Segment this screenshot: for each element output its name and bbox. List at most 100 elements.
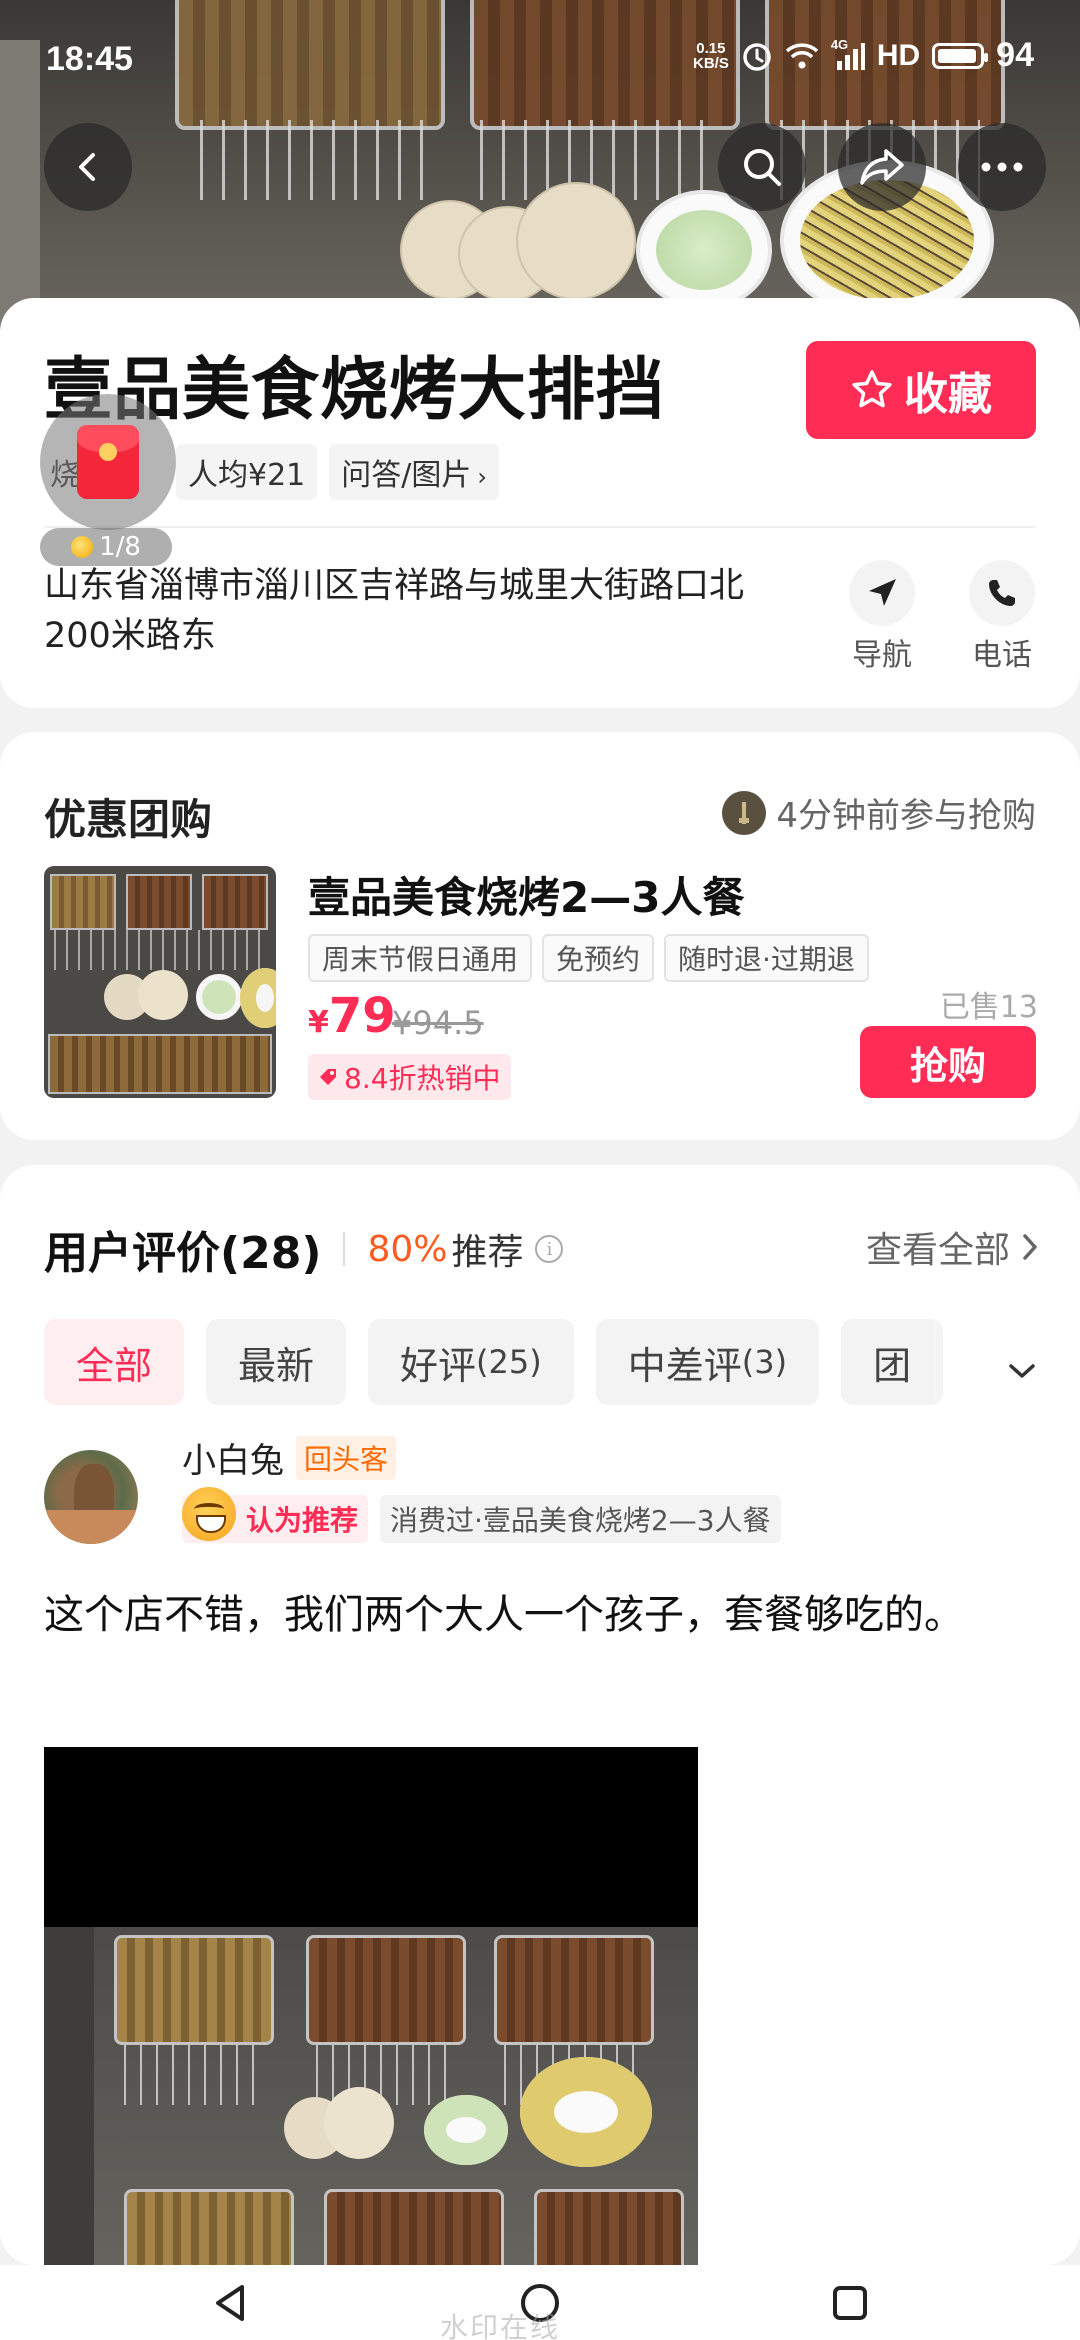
status-time: 18:45 <box>46 40 133 78</box>
deal-tags: 周末节假日通用 免预约 随时退·过期退 <box>308 934 869 982</box>
photo-cabbage-plate <box>424 2095 508 2165</box>
reviews-header: 用户评价(28) 80% 推荐 i <box>44 1217 564 1281</box>
original-price: ¥94.5 <box>392 1004 484 1042</box>
reviewer-info: 小白兔 回头客 <box>182 1433 397 1482</box>
battery-percentage: 94 <box>996 36 1034 74</box>
deal-tag: 随时退·过期退 <box>664 934 869 982</box>
qa-photos-label: 问答/图片 <box>341 458 472 493</box>
filter-positive[interactable]: 好评 (25) <box>368 1319 574 1405</box>
phone-icon <box>989 580 1015 606</box>
favorite-label: 收藏 <box>904 369 992 420</box>
recommend-badge-text: 认为推荐 <box>246 1504 359 1537</box>
share-icon <box>860 149 904 185</box>
chevron-right-icon: › <box>477 463 487 491</box>
photo-flatbread <box>324 2087 394 2159</box>
recent-buyer-avatar <box>722 790 767 835</box>
call-icon-wrap <box>969 560 1035 626</box>
deal-tag: 周末节假日通用 <box>308 934 533 982</box>
avatar-ground <box>44 1510 138 1544</box>
photo-skewer-tray <box>114 1935 274 2045</box>
thumb-cabbage <box>196 974 242 1020</box>
share-button[interactable] <box>838 123 926 211</box>
filter-negative[interactable]: 中差评 (3) <box>595 1319 820 1405</box>
qa-photos-link[interactable]: 问答/图片 › <box>329 444 499 500</box>
chevron-right-icon <box>1023 1234 1037 1260</box>
recommend-label: 推荐 <box>451 1232 524 1273</box>
review-meta: 认为推荐 消费过·壹品美食烧烤2—3人餐 <box>182 1487 781 1543</box>
filter-count: (3) <box>741 1343 788 1381</box>
network-type-label: 4G <box>830 36 849 52</box>
network-speed: 0.15 KB/S <box>693 41 729 71</box>
smile-emoji-icon <box>182 1487 236 1541</box>
discount-badge: 8.4折热销中 <box>308 1054 511 1100</box>
more-button[interactable] <box>958 123 1046 211</box>
filter-fade-overlay <box>930 1315 1010 1411</box>
call-button[interactable]: 电话 <box>962 560 1042 674</box>
star-icon <box>852 370 892 408</box>
review-photo[interactable] <box>44 1747 698 2277</box>
filter-all[interactable]: 全部 <box>44 1319 185 1405</box>
photo-skewer-sticks <box>124 2045 264 2105</box>
photo-skewer-tray <box>534 2189 684 2277</box>
filter-latest[interactable]: 最新 <box>206 1319 347 1405</box>
deal-name[interactable]: 壹品美食烧烤2—3人餐 <box>308 864 744 925</box>
coin-icon <box>71 536 94 558</box>
search-button[interactable] <box>718 123 806 211</box>
reviewer-name[interactable]: 小白兔 <box>182 1433 284 1482</box>
divider <box>343 1232 346 1266</box>
thumb-potato <box>240 968 276 1028</box>
reviewer-avatar[interactable] <box>44 1450 138 1544</box>
red-envelope-icon <box>77 425 139 499</box>
system-recents-button[interactable] <box>826 2279 874 2327</box>
avg-price-chip: 人均¥21 <box>176 444 318 500</box>
deal-section-title: 优惠团购 <box>44 795 213 844</box>
filter-label: 中差评 <box>627 1343 742 1388</box>
recommend-percentage: 80% <box>367 1228 448 1270</box>
price-value: 79 <box>328 988 396 1044</box>
reviews-title: 用户评价(28) <box>44 1228 322 1279</box>
filter-label: 全部 <box>76 1343 153 1388</box>
info-icon[interactable]: i <box>535 1235 564 1263</box>
photo-skewer-sticks <box>200 120 430 200</box>
navigate-label: 导航 <box>852 638 912 673</box>
chevron-down-icon <box>1009 1364 1035 1378</box>
recommend-badge: 认为推荐 <box>182 1487 369 1543</box>
favorite-button[interactable]: 收藏 <box>806 341 1036 439</box>
photo-skewer-tray <box>306 1935 466 2045</box>
photo-skewer-tray <box>494 1935 654 2045</box>
group-deal-card: 优惠团购 4分钟前参与抢购 壹品美食烧烤2—3人餐 周末节假日通用 免预约 随时… <box>0 732 1080 1140</box>
thumb-tray <box>50 874 116 930</box>
filter-label: 最新 <box>238 1343 315 1388</box>
thumb-tray-bottom <box>48 1034 272 1094</box>
square-recents-icon <box>833 2286 867 2320</box>
wifi-icon <box>785 42 819 70</box>
cellular-signal-icon: 4G <box>831 37 865 71</box>
back-button[interactable] <box>44 123 132 211</box>
filter-group[interactable]: 团 <box>841 1319 944 1405</box>
expand-filters-button[interactable] <box>1002 1351 1042 1391</box>
buy-button[interactable]: 抢购 <box>860 1026 1036 1098</box>
navigate-button[interactable]: 导航 <box>842 560 922 674</box>
system-back-button[interactable] <box>206 2279 254 2327</box>
recent-activity: 4分钟前参与抢购 <box>722 788 1036 837</box>
divider <box>44 526 1036 528</box>
review-filter-tabs: 全部 最新 好评 (25) 中差评 (3) 团 <box>44 1319 994 1409</box>
photo-page-indicator: 1/8 <box>40 528 172 566</box>
review-text: 这个店不错，我们两个大人一个孩子，套餐够吃的。 <box>44 1592 964 1638</box>
see-all-reviews-link[interactable]: 查看全部 <box>866 1221 1040 1273</box>
review-photo-scene <box>44 1927 698 2277</box>
returning-customer-badge: 回头客 <box>296 1435 397 1480</box>
network-speed-unit: KB/S <box>692 54 729 72</box>
network-speed-value: 0.15 <box>696 39 726 57</box>
photo-cabbage <box>656 210 752 290</box>
triangle-back-icon <box>216 2285 244 2321</box>
shop-address[interactable]: 山东省淄博市淄川区吉祥路与城里大街路口北200米路东 <box>44 561 764 661</box>
photo-skewer-tray <box>324 2189 504 2277</box>
deal-thumbnail[interactable] <box>44 866 276 1098</box>
reviews-card: 用户评价(28) 80% 推荐 i 查看全部 全部 最新 好评 (25) 中差评(… <box>0 1165 1080 2277</box>
recent-activity-text: 4分钟前参与抢购 <box>776 796 1036 836</box>
red-packet-floating-button[interactable] <box>40 394 176 530</box>
photo-skewer-tray <box>124 2189 294 2277</box>
watermark: 水印在线 <box>440 2311 561 2340</box>
deal-tag: 免预约 <box>542 934 655 982</box>
